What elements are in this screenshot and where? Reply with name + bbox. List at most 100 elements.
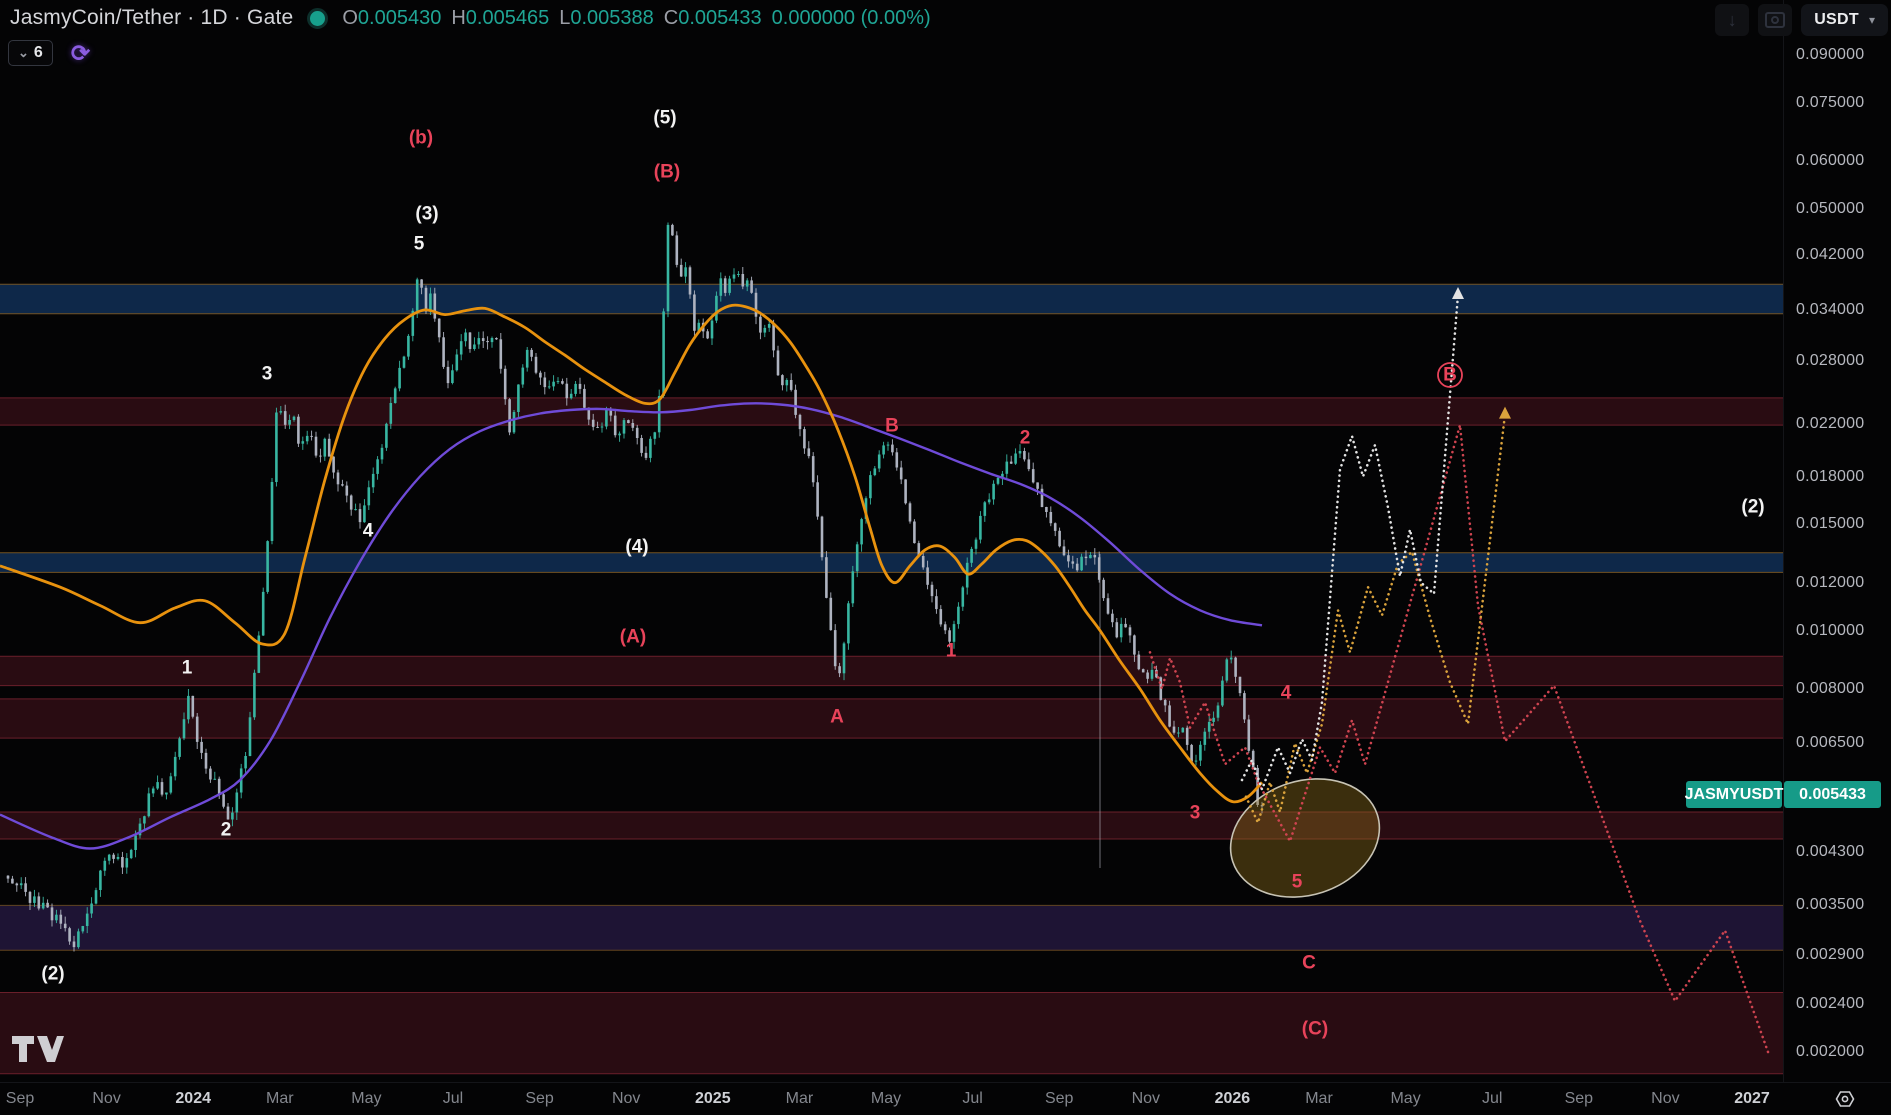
- wave-label[interactable]: 1: [946, 641, 957, 662]
- wave-label[interactable]: (2): [1741, 497, 1764, 518]
- time-tick-label: Mar: [1305, 1090, 1333, 1107]
- chart-window: 1 2 3 4 5 (3) (5) (4) (2) (2) (b) (B) (A) A B 1 2 3 4 5 C (C)…: [0, 0, 1891, 1115]
- download-icon: ↓: [1727, 9, 1737, 30]
- time-axis[interactable]: Sep Nov 2024 Mar May Jul Sep Nov 2025 Mar May Jul Se…: [0, 1082, 1891, 1115]
- time-tick-label: Jul: [1481, 1090, 1503, 1107]
- price-tick-label: 0.004300: [1796, 842, 1865, 860]
- time-tick-label: May: [1390, 1090, 1421, 1107]
- object-count: 6: [33, 44, 43, 61]
- wave-label[interactable]: 4: [363, 521, 374, 542]
- wave-label[interactable]: 4: [1281, 683, 1292, 704]
- wave-label[interactable]: (B): [654, 162, 680, 183]
- price-tick-label: 0.075000: [1796, 93, 1865, 111]
- chart-header: JasmyCoin/Tether · 1D · Gate O0.005430 H…: [10, 6, 931, 30]
- object-tree-button[interactable]: ⌄ 6: [8, 40, 53, 66]
- sync-icon[interactable]: ⟳: [71, 41, 90, 65]
- price-tick-label: 0.090000: [1796, 46, 1865, 63]
- wave-label[interactable]: (A): [620, 627, 646, 648]
- time-tick-label: Mar: [785, 1090, 814, 1107]
- wave-label[interactable]: 3: [262, 364, 273, 385]
- wave-label[interactable]: (4): [625, 537, 648, 558]
- price-tick-label: 0.060000: [1796, 152, 1865, 170]
- wave-label[interactable]: (2): [41, 964, 64, 985]
- low-value: 0.005388: [570, 6, 654, 29]
- last-price-tag: 0.005433: [1784, 781, 1881, 808]
- open-value: 0.005430: [357, 6, 442, 29]
- ohlc-readout: O0.005430 H0.005465 L0.005388 C0.005433 …: [342, 7, 930, 30]
- zone-demand-1[interactable]: [0, 656, 1783, 686]
- time-tick-label: Sep: [1044, 1090, 1074, 1107]
- download-button[interactable]: ↓: [1715, 4, 1750, 36]
- time-tick-label: 2024: [175, 1090, 211, 1107]
- drawing-toolbar: ⌄ 6 ⟳: [8, 40, 90, 66]
- tradingview-logo[interactable]: [10, 1034, 66, 1064]
- price-tick-label: 0.022000: [1796, 415, 1865, 432]
- wave-label[interactable]: (5): [653, 108, 676, 129]
- price-tick-label: 0.006500: [1796, 734, 1865, 752]
- top-right-toolbar: ↓ USDT ▾: [1715, 4, 1888, 36]
- market-status-icon: [307, 7, 329, 29]
- time-tick-label: 2027: [1734, 1090, 1770, 1107]
- snapshot-button[interactable]: [1758, 4, 1793, 36]
- candles: [6, 222, 1264, 952]
- wave-label[interactable]: 5: [414, 234, 425, 255]
- symbol-title[interactable]: JasmyCoin/Tether · 1D · Gate: [10, 6, 293, 30]
- high-value: 0.005465: [465, 6, 550, 29]
- low-label: L: [559, 6, 571, 29]
- time-tick-label: Jul: [962, 1090, 983, 1107]
- high-label: H: [451, 6, 466, 29]
- time-tick-label: 2025: [695, 1090, 731, 1107]
- wave-label[interactable]: A: [830, 707, 844, 728]
- wave-label[interactable]: (3): [415, 204, 438, 225]
- price-tick-label: 0.008000: [1796, 679, 1865, 697]
- price-tick-label: 0.012000: [1796, 573, 1865, 591]
- price-tick-label: 0.010000: [1796, 621, 1865, 639]
- scale-settings-button[interactable]: [1827, 1086, 1863, 1112]
- zone-accumulation[interactable]: [0, 905, 1783, 951]
- price-tick-label: 0.002400: [1796, 995, 1865, 1013]
- price-chart[interactable]: 12345(3)(5)(4)(2)(2)(b)(B)(A)AB12345C(C)…: [0, 0, 1783, 1082]
- time-tick-label: Sep: [5, 1090, 35, 1107]
- wave-label[interactable]: 5: [1292, 872, 1303, 893]
- wave-label[interactable]: 2: [1020, 428, 1031, 449]
- symbol-tag[interactable]: JASMYUSDT: [1685, 781, 1783, 808]
- gear-icon: [1835, 1091, 1855, 1107]
- currency-dropdown[interactable]: USDT ▾: [1801, 4, 1888, 36]
- currency-label: USDT: [1814, 11, 1859, 28]
- price-tick-label: 0.015000: [1796, 515, 1865, 533]
- price-tick-label: 0.034000: [1796, 300, 1865, 318]
- time-tick-label: Nov: [1651, 1090, 1680, 1107]
- close-value: 0.005433: [678, 6, 762, 29]
- wave-label[interactable]: C: [1302, 953, 1316, 974]
- price-tick-label: 0.018000: [1796, 467, 1865, 485]
- time-tick-label: Sep: [1564, 1090, 1594, 1107]
- zone-supply-upper[interactable]: [0, 284, 1783, 314]
- close-label: C: [663, 6, 679, 29]
- price-axis[interactable]: 0.090000 0.075000 0.060000 0.050000 0.042000…: [1783, 0, 1891, 1082]
- time-tick-label: Mar: [266, 1090, 294, 1107]
- wave-label[interactable]: (b): [409, 128, 433, 149]
- time-tick-label: May: [351, 1090, 382, 1107]
- wave-label[interactable]: (C): [1302, 1019, 1328, 1040]
- wave-label[interactable]: 2: [221, 820, 232, 841]
- price-tick-label: 0.050000: [1796, 199, 1865, 217]
- price-tick-label: 0.002900: [1796, 945, 1865, 963]
- price-tick-label: 0.042000: [1796, 245, 1865, 263]
- time-tick-label: Sep: [525, 1090, 554, 1107]
- change-value: 0.000000 (0.00%): [771, 6, 931, 29]
- wave-label[interactable]: B: [885, 416, 899, 437]
- zone-demand-3[interactable]: [0, 812, 1783, 839]
- zone-demand-2[interactable]: [0, 698, 1783, 739]
- camera-icon: [1765, 12, 1786, 28]
- price-tick-label: 0.003500: [1796, 896, 1865, 914]
- time-tick-label: Nov: [1131, 1090, 1161, 1107]
- zone-demand-4[interactable]: [0, 992, 1783, 1074]
- wave-label[interactable]: B: [1443, 365, 1457, 386]
- time-tick-label: 2026: [1214, 1090, 1251, 1107]
- chevron-down-icon: ⌄: [18, 45, 29, 60]
- time-tick-label: May: [870, 1090, 902, 1107]
- open-label: O: [342, 6, 358, 29]
- chevron-down-icon: ▾: [1868, 13, 1875, 27]
- time-tick-label: Nov: [611, 1090, 641, 1107]
- wave-label[interactable]: 1: [182, 658, 193, 679]
